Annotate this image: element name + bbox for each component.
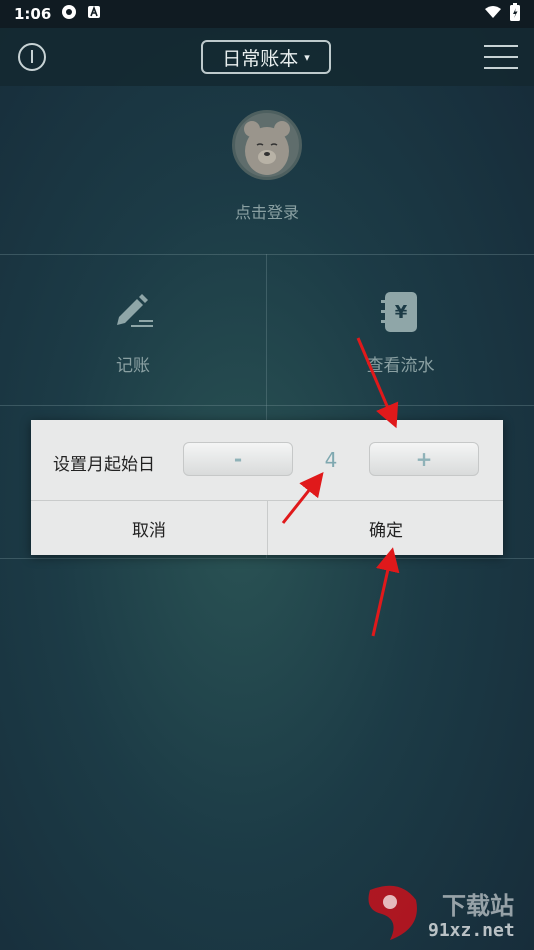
dialog-label: 设置月起始日: [53, 455, 155, 475]
grid-divider: [0, 254, 534, 255]
grid-divider: [0, 405, 534, 406]
record-label[interactable]: 记账: [0, 351, 266, 376]
view-flow-label[interactable]: 查看流水: [267, 351, 534, 376]
bear-avatar[interactable]: [232, 110, 302, 180]
svg-text:¥: ¥: [395, 302, 408, 323]
cancel-button[interactable]: 取消: [31, 501, 267, 555]
start-day-value: 4: [324, 448, 338, 472]
battery-icon: [510, 3, 520, 25]
power-icon[interactable]: [17, 42, 47, 72]
status-bar: 1:06: [0, 0, 534, 28]
watermark: 下载站 91xz.net: [360, 880, 530, 946]
chevron-down-icon: ▾: [304, 50, 310, 64]
wifi-icon: [484, 5, 502, 23]
book-title: 日常账本: [222, 47, 299, 70]
hamburger-menu-icon[interactable]: [484, 45, 518, 69]
status-time: 1:06: [14, 5, 52, 23]
watermark-chinese: 下载站: [442, 892, 514, 920]
increment-button[interactable]: +: [369, 442, 479, 476]
pencil-icon[interactable]: [113, 291, 155, 335]
confirm-button[interactable]: 确定: [268, 501, 504, 555]
book-selector-dropdown[interactable]: 日常账本 ▾: [201, 40, 331, 74]
yen-notebook-icon[interactable]: ¥: [380, 290, 420, 338]
a-badge-icon: [87, 5, 101, 23]
app-header: 日常账本 ▾: [0, 28, 534, 86]
stepper-row: 设置月起始日 - 4 +: [31, 420, 503, 500]
login-link[interactable]: 点击登录: [0, 199, 534, 223]
start-day-dialog: 设置月起始日 - 4 + 取消 确定: [31, 420, 503, 555]
grid-divider: [0, 558, 534, 559]
watermark-domain: 91xz.net: [428, 920, 515, 941]
app-notification-icon: [61, 4, 77, 24]
decrement-button[interactable]: -: [183, 442, 293, 476]
